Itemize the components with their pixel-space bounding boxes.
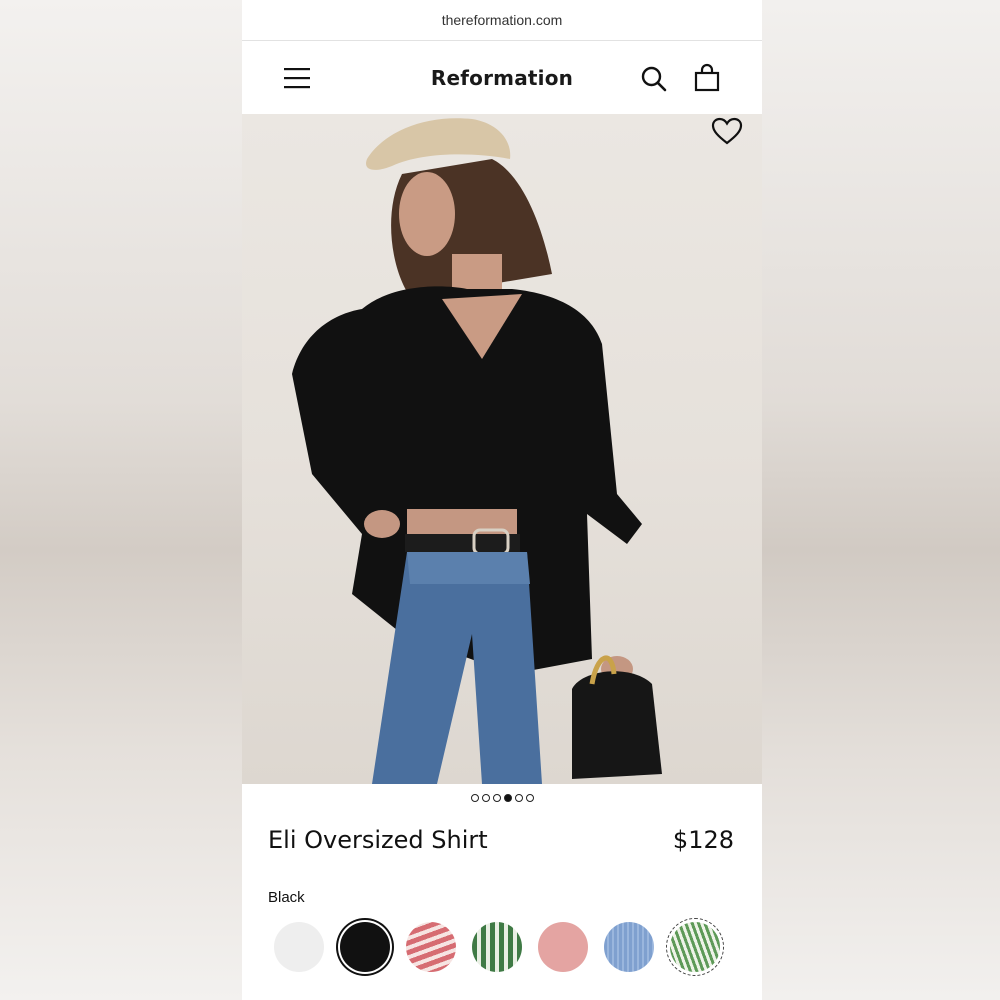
search-icon bbox=[641, 66, 667, 92]
hamburger-menu-icon bbox=[284, 68, 310, 89]
carousel-dot-active[interactable] bbox=[503, 794, 512, 802]
shopping-bag-icon bbox=[694, 63, 720, 92]
browser-url-bar[interactable]: thereformation.com bbox=[242, 0, 762, 41]
selected-color-label: Black bbox=[268, 889, 305, 906]
color-swatches bbox=[274, 918, 724, 976]
phone-screen: thereformation.com Reformation Eli Overs… bbox=[242, 0, 762, 1000]
product-image[interactable] bbox=[242, 114, 762, 784]
swatch-red-stripe[interactable] bbox=[406, 922, 456, 972]
swatch-green-stripe[interactable] bbox=[472, 922, 522, 972]
carousel-dot[interactable] bbox=[470, 794, 479, 802]
brand-logo[interactable]: Reformation bbox=[431, 66, 573, 90]
model-photo bbox=[292, 118, 662, 784]
carousel-dot[interactable] bbox=[525, 794, 534, 802]
heart-icon bbox=[711, 117, 743, 145]
search-button[interactable] bbox=[640, 65, 668, 93]
product-name: Eli Oversized Shirt bbox=[268, 826, 488, 854]
swatch-green-pinstripe[interactable] bbox=[666, 918, 724, 976]
carousel-dot[interactable] bbox=[492, 794, 501, 802]
url-text: thereformation.com bbox=[441, 12, 563, 28]
carousel-indicators bbox=[242, 794, 762, 802]
swatch-black[interactable] bbox=[340, 922, 390, 972]
swatch-pink[interactable] bbox=[538, 922, 588, 972]
swatch-blue[interactable] bbox=[604, 922, 654, 972]
product-title-row: Eli Oversized Shirt $128 bbox=[268, 826, 734, 854]
carousel-dot[interactable] bbox=[514, 794, 523, 802]
background-left bbox=[0, 0, 242, 1000]
menu-button[interactable] bbox=[282, 65, 312, 91]
product-price: $128 bbox=[672, 826, 734, 854]
wishlist-button[interactable] bbox=[710, 116, 744, 146]
swatch-white[interactable] bbox=[274, 922, 324, 972]
cart-button[interactable] bbox=[692, 63, 722, 93]
background-right bbox=[762, 0, 1000, 1000]
site-header: Reformation bbox=[242, 41, 762, 115]
carousel-dot[interactable] bbox=[481, 794, 490, 802]
